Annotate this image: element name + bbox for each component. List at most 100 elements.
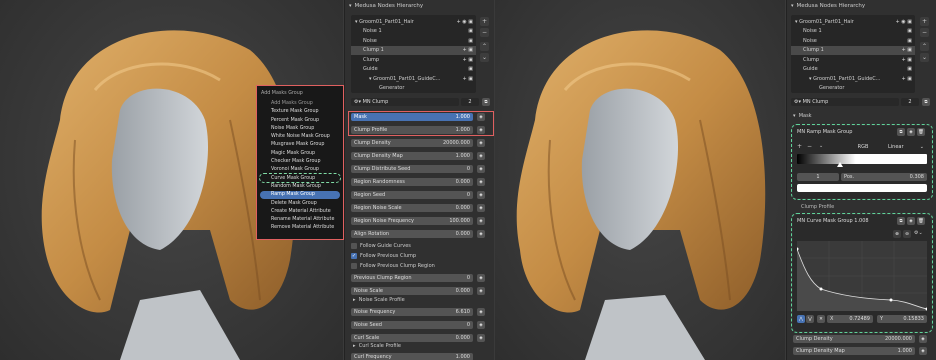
node-selector[interactable]: ⚙▾ MN Clump: [791, 98, 899, 106]
visibility-icon[interactable]: ▣: [907, 38, 912, 44]
prop-clump-distribute-seed[interactable]: Clump Distribute Seed 0: [351, 165, 473, 173]
menu-item-remove-attr[interactable]: Remove Material Attribute: [260, 224, 340, 232]
visibility-icons[interactable]: + ◉ ▣: [457, 19, 473, 25]
curl-scale-profile-toggle[interactable]: ▸ Curl Scale Profile: [353, 343, 401, 349]
menu-item-curve[interactable]: Curve Mask Group: [259, 172, 341, 184]
visibility-icons[interactable]: + ▣: [901, 57, 912, 63]
prop-mask-button[interactable]: ◈: [477, 308, 485, 316]
node-users-count[interactable]: 2: [901, 98, 919, 106]
menu-item-musgrave[interactable]: Musgrave Mask Group: [260, 141, 340, 149]
tree-item-clump-1[interactable]: Clump 1 + ▣: [791, 45, 915, 55]
prop-mask-button[interactable]: ◈: [919, 335, 927, 343]
prop-mask-button[interactable]: ◈: [477, 321, 485, 329]
fake-user-button[interactable]: ⧉: [482, 98, 490, 106]
menu-item-ramp[interactable]: Ramp Mask Group: [260, 190, 340, 199]
prop-region-randomness[interactable]: Region Randomness 0.000: [351, 178, 473, 186]
menu-item-rename-attr[interactable]: Rename Material Attribute: [260, 215, 340, 223]
prop-align-rotation[interactable]: Align Rotation 0.000: [351, 230, 473, 238]
tree-item-clump-1[interactable]: Clump 1 + ▣: [351, 45, 476, 55]
prop-noise-seed[interactable]: Noise Seed 0: [351, 321, 473, 329]
menu-item-random[interactable]: Random Mask Group: [260, 182, 340, 190]
menu-item-texture[interactable]: Texture Mask Group: [260, 108, 340, 116]
visibility-icon[interactable]: ▣: [468, 28, 473, 34]
prop-clump-density[interactable]: Clump Density 20000.000: [351, 139, 473, 147]
tree-item-noise[interactable]: Noise ▣: [791, 36, 915, 46]
prop-mask-button[interactable]: ◈: [919, 347, 927, 355]
node-selector[interactable]: ⚙▾ MN Clump: [351, 98, 459, 106]
remove-node-button[interactable]: −: [480, 28, 489, 37]
left-panel-header[interactable]: ▾ Medusa Nodes Hierarchy: [345, 0, 494, 11]
menu-item-percent[interactable]: Percent Mask Group: [260, 116, 340, 124]
prop-mask-button[interactable]: ◈: [477, 287, 485, 295]
menu-item-magic[interactable]: Magic Mask Group: [260, 149, 340, 157]
tree-item-groom[interactable]: ▾ Groom01_Part01_Hair + ◉ ▣: [791, 17, 915, 27]
prop-noise-scale[interactable]: Noise Scale 0.000: [351, 287, 473, 295]
tree-item-guide[interactable]: Guide ▣: [791, 65, 915, 75]
tree-item-generator[interactable]: Generator: [351, 84, 476, 94]
add-node-button[interactable]: +: [920, 17, 929, 26]
prop-clump-density-map[interactable]: Clump Density Map 1.000: [793, 347, 915, 355]
prop-mask-button[interactable]: ◈: [477, 165, 485, 173]
visibility-icons[interactable]: + ▣: [901, 76, 912, 82]
prop-clump-density[interactable]: Clump Density 20000.000: [793, 335, 915, 343]
visibility-icons[interactable]: + ▣: [462, 47, 473, 53]
visibility-icon[interactable]: ▣: [907, 66, 912, 72]
tree-item-guide-curves[interactable]: ▾ Groom01_Part01_GuideC... + ▣: [351, 74, 476, 84]
tree-item-groom[interactable]: ▾ Groom01_Part01_Hair + ◉ ▣: [351, 17, 476, 27]
mask-section-toggle[interactable]: ▾ Mask: [793, 113, 812, 119]
add-node-button[interactable]: +: [480, 17, 489, 26]
visibility-icons[interactable]: + ▣: [462, 57, 473, 63]
prop-region-noise-frequency[interactable]: Region Noise Frequency 100.000: [351, 217, 473, 225]
visibility-icon[interactable]: ▣: [468, 66, 473, 72]
tree-item-guide-curves[interactable]: ▾ Groom01_Part01_GuideC... + ▣: [791, 74, 915, 84]
prop-mask-button[interactable]: ◈: [477, 139, 485, 147]
visibility-icons[interactable]: + ▣: [462, 76, 473, 82]
right-panel-header[interactable]: ▾ Medusa Nodes Hierarchy: [787, 0, 936, 11]
prop-region-noise-scale[interactable]: Region Noise Scale 0.000: [351, 204, 473, 212]
menu-item-voronoi[interactable]: Voronoi Mask Group: [260, 166, 340, 174]
prop-mask-button[interactable]: ◈: [477, 178, 485, 186]
fake-user-button[interactable]: ⧉: [922, 98, 930, 106]
prop-mask-button[interactable]: ◈: [477, 191, 485, 199]
check-follow-previous-clump[interactable]: ✓ Follow Previous Clump: [351, 253, 416, 259]
prop-mask-button[interactable]: ◈: [477, 274, 485, 282]
node-users-count[interactable]: 2: [461, 98, 479, 106]
visibility-icon[interactable]: ▣: [907, 28, 912, 34]
tree-item-noise-1[interactable]: Noise 1 ▣: [791, 27, 915, 37]
prop-curl-scale[interactable]: Curl Scale 0.000: [351, 334, 473, 342]
menu-item-white-noise[interactable]: White Noise Mask Group: [260, 132, 340, 140]
prop-region-seed[interactable]: Region Seed 0: [351, 191, 473, 199]
checkbox-checked[interactable]: ✓: [351, 253, 357, 259]
check-follow-previous-clump-region[interactable]: Follow Previous Clump Region: [351, 263, 435, 269]
checkbox[interactable]: [351, 263, 357, 269]
visibility-icons[interactable]: + ▣: [901, 47, 912, 53]
prop-mask-button[interactable]: ◈: [477, 334, 485, 342]
prop-noise-frequency[interactable]: Noise Frequency 6.610: [351, 308, 473, 316]
visibility-icons[interactable]: + ◉ ▣: [896, 19, 912, 25]
tree-item-clump[interactable]: Clump + ▣: [351, 55, 476, 65]
right-viewport[interactable]: [495, 0, 785, 360]
prop-clump-density-map[interactable]: Clump Density Map 1.000: [351, 152, 473, 160]
menu-item-create-attr[interactable]: Create Material Attribute: [260, 207, 340, 215]
menu-item-noise[interactable]: Noise Mask Group: [260, 124, 340, 132]
tree-item-generator[interactable]: Generator: [791, 84, 915, 94]
remove-node-button[interactable]: −: [920, 28, 929, 37]
move-down-button[interactable]: ⌄: [920, 53, 929, 62]
visibility-icon[interactable]: ▣: [468, 38, 473, 44]
tree-item-clump[interactable]: Clump + ▣: [791, 55, 915, 65]
move-up-button[interactable]: ⌃: [480, 42, 489, 51]
checkbox[interactable]: [351, 243, 357, 249]
menu-item-checker[interactable]: Checker Mask Group: [260, 157, 340, 165]
menu-item-delete[interactable]: Delete Mask Group: [260, 199, 340, 207]
tree-item-noise[interactable]: Noise ▣: [351, 36, 476, 46]
prop-mask-button[interactable]: ◈: [477, 152, 485, 160]
tree-item-guide[interactable]: Guide ▣: [351, 65, 476, 75]
prop-curl-frequency[interactable]: Curl Frequency 1.000: [351, 353, 473, 360]
noise-scale-profile-toggle[interactable]: ▸ Noise Scale Profile: [353, 297, 405, 303]
check-follow-guide-curves[interactable]: Follow Guide Curves: [351, 243, 411, 249]
prop-mask-button[interactable]: ◈: [477, 230, 485, 238]
move-up-button[interactable]: ⌃: [920, 42, 929, 51]
prop-mask-button[interactable]: ◈: [477, 204, 485, 212]
move-down-button[interactable]: ⌄: [480, 53, 489, 62]
prop-previous-clump-region[interactable]: Previous Clump Region 0: [351, 274, 473, 282]
